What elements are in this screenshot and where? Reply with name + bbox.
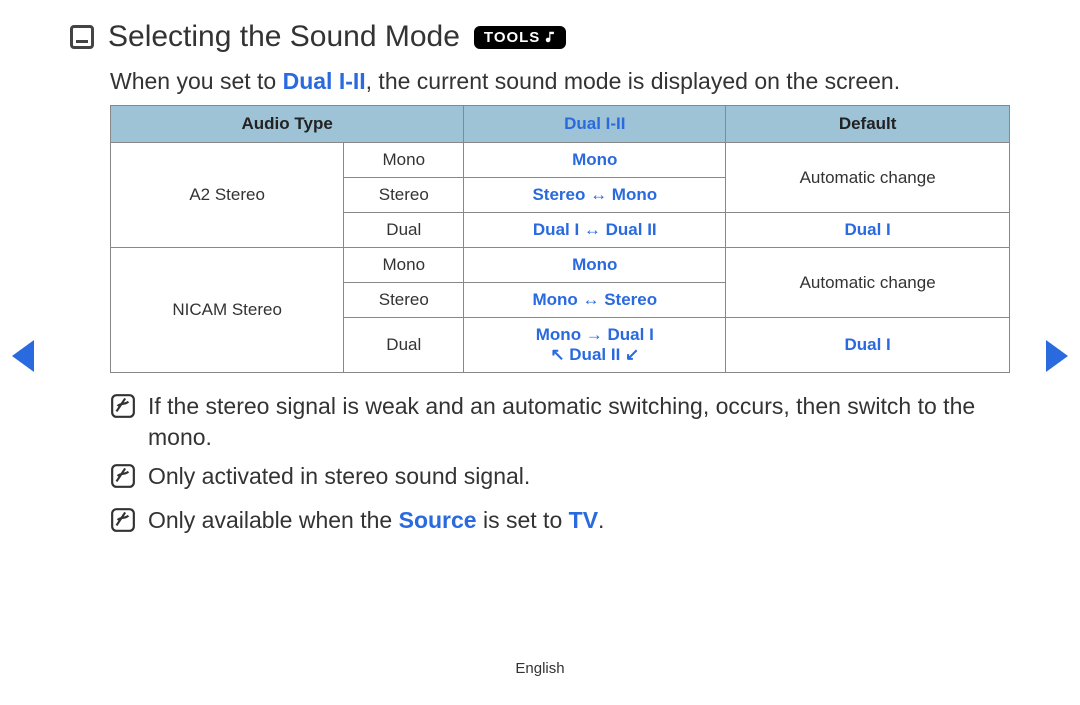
cell-dual: Mono: [464, 143, 726, 178]
note-hl2: TV: [569, 507, 598, 533]
cell-audio: Stereo: [344, 178, 464, 213]
cell-audio: Dual: [344, 318, 464, 373]
cell-default: Automatic change: [726, 248, 1010, 318]
footer-language: English: [0, 660, 1080, 677]
intro-post: , the current sound mode is displayed on…: [366, 68, 900, 94]
cell-dual-line1: Mono → Dual I: [470, 325, 719, 345]
title-row: Selecting the Sound Mode TOOLS: [70, 20, 1010, 54]
nav-next-icon[interactable]: [1046, 340, 1068, 372]
intro-highlight: Dual I-II: [283, 68, 366, 94]
tools-label: TOOLS: [484, 29, 540, 46]
table-row: NICAM Stereo Mono Mono Automatic change: [111, 248, 1010, 283]
note-post: .: [598, 507, 604, 533]
notes: If the stereo signal is weak and an auto…: [110, 391, 1010, 541]
cell-default: Dual I: [726, 318, 1010, 373]
note-pre: Only available when the: [148, 507, 399, 533]
note-item: If the stereo signal is weak and an auto…: [110, 391, 1010, 453]
group-name: NICAM Stereo: [111, 248, 344, 373]
cell-default: Automatic change: [726, 143, 1010, 213]
note-mid: is set to: [477, 507, 569, 533]
note-item: Only activated in stereo sound signal.: [110, 461, 1010, 497]
note-text: Only activated in stereo sound signal.: [148, 461, 530, 497]
th-dual: Dual I-II: [464, 106, 726, 143]
cell-default: Dual I: [726, 213, 1010, 248]
cell-dual: Dual I ↔ Dual II: [464, 213, 726, 248]
cell-dual: Mono → Dual I ↖ Dual II ↙: [464, 318, 726, 373]
sound-mode-table: Audio Type Dual I-II Default A2 Stereo M…: [110, 105, 1010, 373]
cell-audio: Stereo: [344, 283, 464, 318]
intro-pre: When you set to: [110, 68, 283, 94]
cell-dual: Mono ↔ Stereo: [464, 283, 726, 318]
cell-dual: Mono: [464, 248, 726, 283]
cell-dual: Stereo ↔ Mono: [464, 178, 726, 213]
note-text: Only available when the Source is set to…: [148, 505, 604, 541]
cell-dual-line2: ↖ Dual II ↙: [470, 345, 719, 365]
tools-badge: TOOLS: [474, 26, 566, 49]
note-icon: [110, 463, 136, 497]
th-audio-type: Audio Type: [111, 106, 464, 143]
cell-audio: Dual: [344, 213, 464, 248]
group-name: A2 Stereo: [111, 143, 344, 248]
note-item: Only available when the Source is set to…: [110, 505, 1010, 541]
nav-prev-icon[interactable]: [12, 340, 34, 372]
cell-audio: Mono: [344, 248, 464, 283]
note-icon: [110, 393, 136, 453]
music-note-icon: [544, 30, 558, 44]
table-row: A2 Stereo Mono Mono Automatic change: [111, 143, 1010, 178]
page-title: Selecting the Sound Mode: [108, 20, 460, 54]
section-icon: [70, 25, 94, 49]
intro-text: When you set to Dual I-II, the current s…: [110, 68, 1010, 95]
note-hl1: Source: [399, 507, 477, 533]
note-icon: [110, 507, 136, 541]
cell-audio: Mono: [344, 143, 464, 178]
th-default: Default: [726, 106, 1010, 143]
note-text: If the stereo signal is weak and an auto…: [148, 391, 1010, 453]
